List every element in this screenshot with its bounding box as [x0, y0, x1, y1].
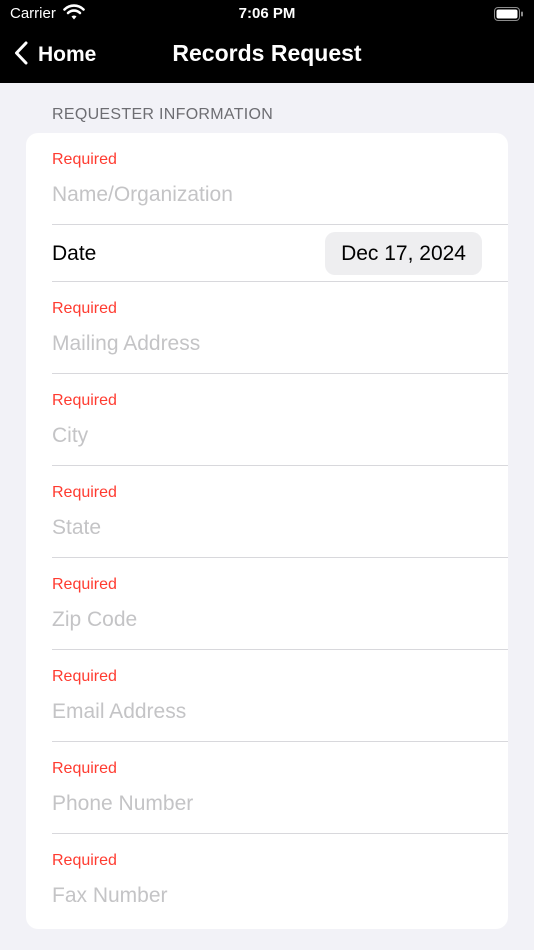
status-time: 7:06 PM — [238, 5, 296, 22]
required-label: Required — [52, 760, 117, 777]
date-picker-button[interactable]: Dec 17, 2024 — [325, 232, 482, 275]
fax-number-input[interactable] — [52, 884, 482, 908]
navigation-bar: Home Records Request — [0, 28, 534, 83]
date-row: Date Dec 17, 2024 — [26, 225, 508, 282]
name-organization-input[interactable] — [52, 183, 482, 207]
date-label: Date — [52, 242, 97, 265]
zip-code-field-row: Required — [26, 558, 508, 650]
required-label: Required — [52, 151, 117, 168]
requester-form-card: Required Date Dec 17, 2024 Required Requ… — [26, 133, 508, 929]
zip-code-input[interactable] — [52, 608, 482, 632]
required-label: Required — [52, 484, 117, 501]
city-field-row: Required — [26, 374, 508, 466]
mailing-address-field-row: Required — [26, 282, 508, 374]
required-label: Required — [52, 576, 117, 593]
mailing-address-input[interactable] — [52, 332, 482, 356]
phone-field-row: Required — [26, 742, 508, 834]
required-label: Required — [52, 852, 117, 869]
required-label: Required — [52, 392, 117, 409]
email-field-row: Required — [26, 650, 508, 742]
required-label: Required — [52, 300, 117, 317]
section-header: REQUESTER INFORMATION — [52, 106, 274, 123]
phone-number-input[interactable] — [52, 792, 482, 816]
required-label: Required — [52, 668, 117, 685]
battery-icon — [494, 6, 524, 27]
status-bar: Carrier 7:06 PM — [0, 0, 534, 28]
state-input[interactable] — [52, 516, 482, 540]
name-field-row: Required — [26, 133, 508, 225]
fax-field-row: Required — [26, 834, 508, 926]
state-field-row: Required — [26, 466, 508, 558]
page-title: Records Request — [172, 40, 362, 66]
city-input[interactable] — [52, 424, 482, 448]
email-address-input[interactable] — [52, 700, 482, 724]
